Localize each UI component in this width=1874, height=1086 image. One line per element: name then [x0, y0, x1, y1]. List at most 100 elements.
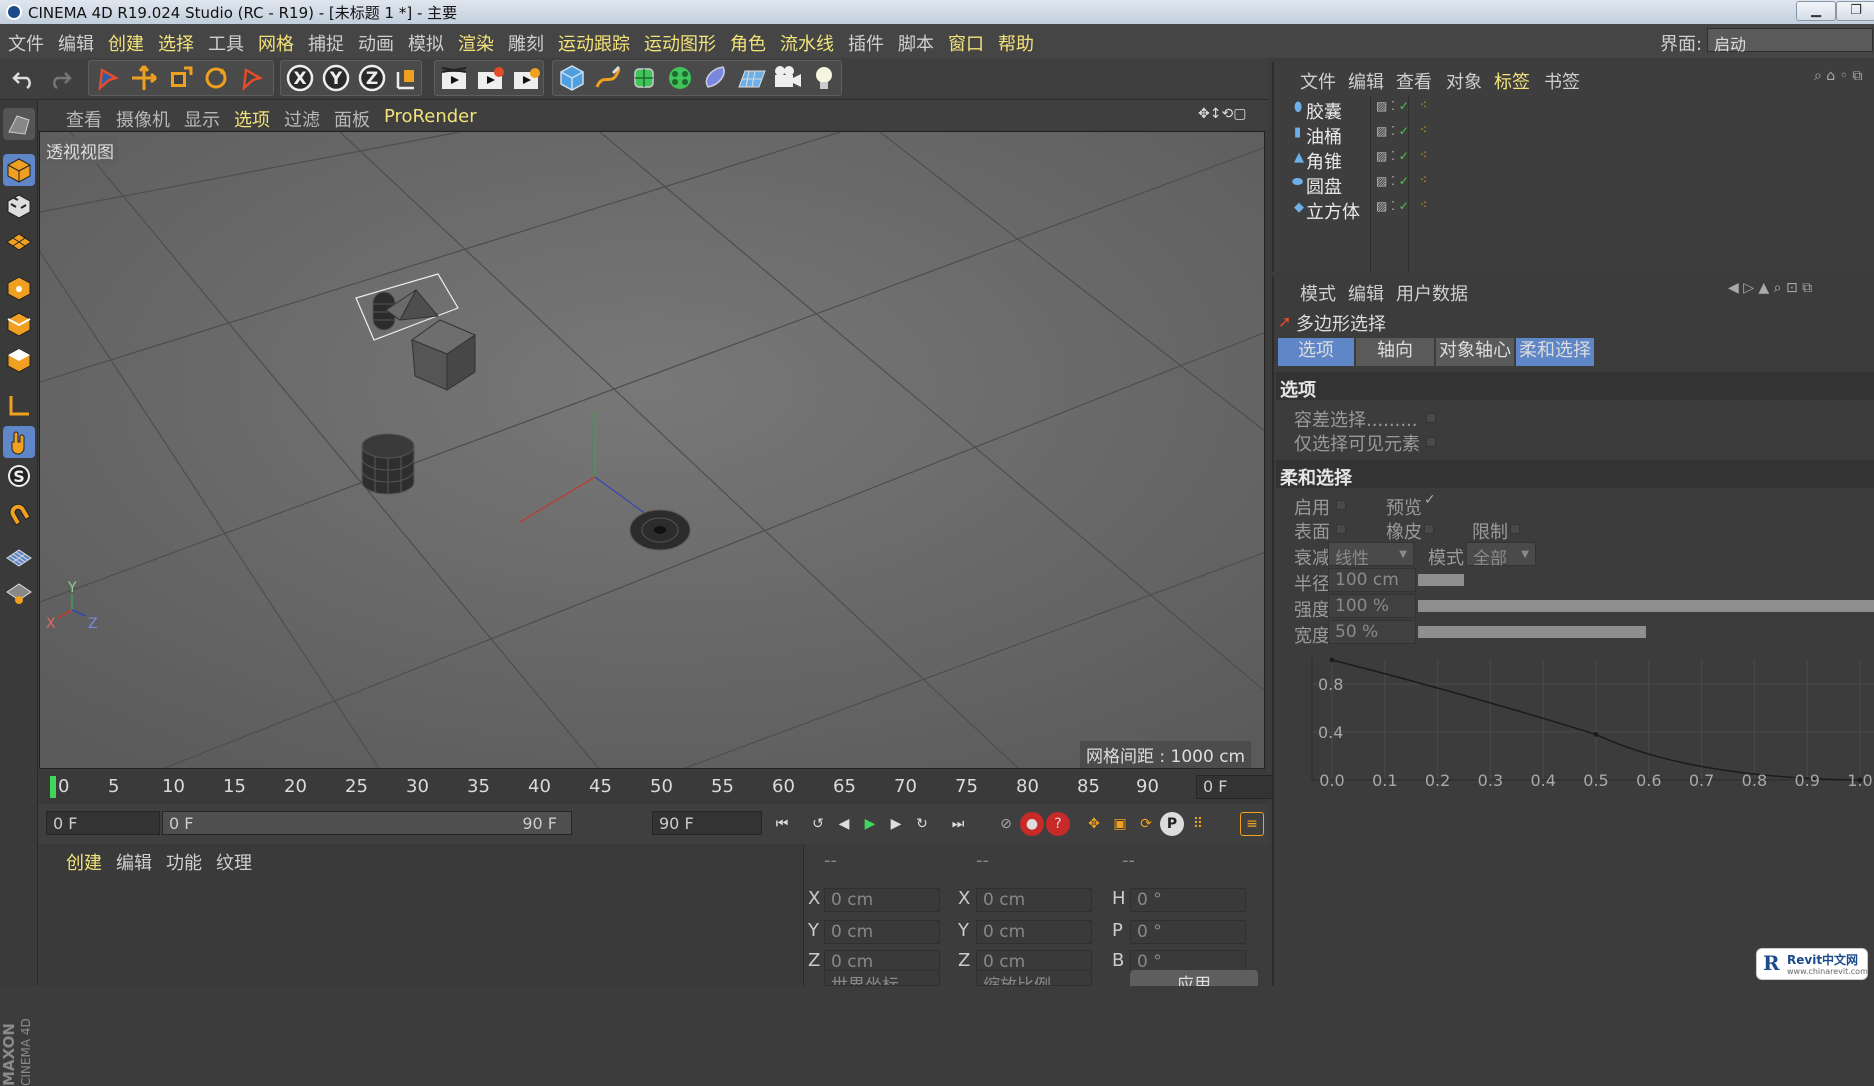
menu-tools[interactable]: 工具	[208, 30, 244, 56]
coordinate-system-icon[interactable]	[390, 62, 422, 94]
enable-checkbox[interactable]	[1336, 500, 1346, 510]
x-axis-icon[interactable]: X	[284, 62, 316, 94]
apply-button[interactable]: 应用	[1130, 970, 1258, 986]
key-position-icon[interactable]: ✥	[1082, 812, 1106, 836]
tab-object-axis[interactable]: 对象轴心	[1436, 338, 1514, 366]
menu-script[interactable]: 脚本	[898, 30, 934, 56]
key-scale-icon[interactable]: ▣	[1108, 812, 1132, 836]
z-axis-icon[interactable]: Z	[356, 62, 388, 94]
object-menu-file[interactable]: 文件	[1300, 68, 1336, 94]
undo-icon[interactable]	[8, 62, 40, 94]
object-row-capsule[interactable]: ⬮ 胶囊 ▨ ⁚ ✓ ⁖	[1282, 96, 1874, 123]
cube-object-icon[interactable]	[556, 62, 588, 94]
solo-icon[interactable]: S	[3, 460, 35, 492]
render-view-icon[interactable]	[438, 62, 470, 94]
rotation-h-field[interactable]: 0 °	[1130, 888, 1246, 912]
key-rotation-icon[interactable]: ⟳	[1134, 812, 1158, 836]
viewport-menu-cameras[interactable]: 摄像机	[116, 106, 170, 132]
subdivision-icon[interactable]	[628, 62, 660, 94]
cloner-icon[interactable]	[664, 62, 696, 94]
disc-object[interactable]	[629, 509, 691, 551]
render-picture-viewer-icon[interactable]	[474, 62, 506, 94]
falloff-curve-graph[interactable]: 0.8 0.4 0.0 0.1 0.2 0.3 0.4 0.5 0.6 0.7 0.8 0.9 1.0	[1274, 648, 1874, 808]
workplane-grid-icon[interactable]	[3, 540, 35, 572]
snap-icon[interactable]	[3, 498, 35, 530]
frame-range-slider[interactable]: 0 F 90 F	[162, 811, 572, 835]
goto-previous-key-icon[interactable]: ↺	[806, 812, 830, 836]
object-name[interactable]: 立方体	[1306, 198, 1360, 224]
menu-simulate[interactable]: 模拟	[408, 30, 444, 56]
step-forward-icon[interactable]: ▶	[884, 812, 908, 836]
workplane-icon[interactable]	[3, 224, 35, 256]
object-menu-tags[interactable]: 标签	[1494, 68, 1530, 94]
menu-edit[interactable]: 编辑	[58, 30, 94, 56]
locked-workplane-icon[interactable]	[3, 576, 35, 608]
menu-create[interactable]: 创建	[108, 30, 144, 56]
object-menu-edit[interactable]: 编辑	[1348, 68, 1384, 94]
live-selection-icon[interactable]	[92, 62, 124, 94]
visible-only-checkbox[interactable]	[1426, 437, 1436, 447]
polygons-mode-icon[interactable]	[3, 344, 35, 376]
object-menu-bookmarks[interactable]: 书签	[1544, 68, 1580, 94]
menu-sculpt[interactable]: 雕刻	[508, 30, 544, 56]
menu-animate[interactable]: 动画	[358, 30, 394, 56]
position-y-field[interactable]: 0 cm	[824, 920, 940, 944]
tag-icon[interactable]: ⁖	[1420, 123, 1427, 137]
tweak-mode-icon[interactable]	[3, 426, 35, 458]
viewport-menu-filter[interactable]: 过滤	[284, 106, 320, 132]
object-row-pyramid[interactable]: ▲ 角锥 ▨ ⁚ ✓ ⁖	[1282, 146, 1874, 173]
render-settings-icon[interactable]	[510, 62, 542, 94]
menu-window[interactable]: 窗口	[948, 30, 984, 56]
mode-select[interactable]: 全部 ▼	[1466, 542, 1536, 569]
size-y-field[interactable]: 0 cm	[976, 920, 1092, 944]
width-field[interactable]: 50 %	[1328, 620, 1416, 644]
menu-file[interactable]: 文件	[8, 30, 44, 56]
object-row-cube[interactable]: ◆ 立方体 ▨ ⁚ ✓ ⁖	[1282, 196, 1874, 224]
texture-mode-icon[interactable]	[3, 190, 35, 222]
object-search-icon[interactable]: ⌕ ⌂ ◦ ⧉	[1814, 68, 1862, 84]
goto-next-key-icon[interactable]: ↻	[910, 812, 934, 836]
viewport-menu-panel[interactable]: 面板	[334, 106, 370, 132]
viewport-menu-display[interactable]: 显示	[184, 106, 220, 132]
autokeying-icon[interactable]: ?	[1046, 812, 1070, 836]
menu-mograph[interactable]: 运动图形	[644, 30, 716, 56]
radius-field[interactable]: 100 cm	[1328, 568, 1416, 592]
scale-mode-select[interactable]: 缩放比例	[976, 970, 1092, 986]
strength-slider[interactable]	[1418, 600, 1874, 612]
attr-menu-mode[interactable]: 模式	[1300, 280, 1336, 306]
key-parameter-icon[interactable]: P	[1160, 812, 1184, 836]
tag-icon[interactable]: ⁖	[1420, 148, 1427, 162]
model-mode-icon[interactable]	[3, 154, 35, 186]
attr-menu-edit[interactable]: 编辑	[1348, 280, 1384, 306]
visibility-toggle-icon[interactable]: ▨ ⁚ ✓	[1376, 99, 1409, 113]
menu-help[interactable]: 帮助	[998, 30, 1034, 56]
tag-icon[interactable]: ⁖	[1420, 173, 1427, 187]
points-mode-icon[interactable]	[3, 272, 35, 304]
perspective-viewport[interactable]: Y X Z	[39, 131, 1265, 769]
redo-icon[interactable]	[44, 62, 76, 94]
object-row-oil-tank[interactable]: ▮ 油桶 ▨ ⁚ ✓ ⁖	[1282, 121, 1874, 148]
make-editable-icon[interactable]	[3, 108, 35, 140]
attr-menu-user-data[interactable]: 用户数据	[1396, 280, 1468, 306]
falloff-select[interactable]: 线性 ▼	[1328, 542, 1414, 569]
tab-options[interactable]: 选项	[1278, 338, 1354, 366]
world-coordinates-select[interactable]: 世界坐标	[824, 970, 940, 986]
visibility-toggle-icon[interactable]: ▨ ⁚ ✓	[1376, 149, 1409, 163]
key-pla-icon[interactable]: ⠿	[1186, 812, 1210, 836]
move-icon[interactable]	[128, 62, 160, 94]
surface-checkbox[interactable]	[1336, 524, 1346, 534]
menu-mesh[interactable]: 网格	[258, 30, 294, 56]
play-icon[interactable]: ▶	[858, 812, 882, 836]
y-axis-icon[interactable]: Y	[320, 62, 352, 94]
menu-snap[interactable]: 捕捉	[308, 30, 344, 56]
material-menu-function[interactable]: 功能	[166, 849, 202, 875]
material-menu-texture[interactable]: 纹理	[216, 849, 252, 875]
viewport-nav-icons[interactable]: ✥↕⟲▢	[1198, 106, 1246, 122]
record-active-objects-icon[interactable]: ●	[1020, 812, 1044, 836]
menu-character[interactable]: 角色	[730, 30, 766, 56]
deformer-icon[interactable]	[700, 62, 732, 94]
viewport-menu-view[interactable]: 查看	[66, 106, 102, 132]
timeline[interactable]: 0 5 10 15 20 25 30 35 40 45 50 55 60 65 …	[38, 770, 1302, 804]
minimize-button[interactable]: ▁	[1796, 1, 1836, 21]
menu-render[interactable]: 渲染	[458, 30, 494, 56]
